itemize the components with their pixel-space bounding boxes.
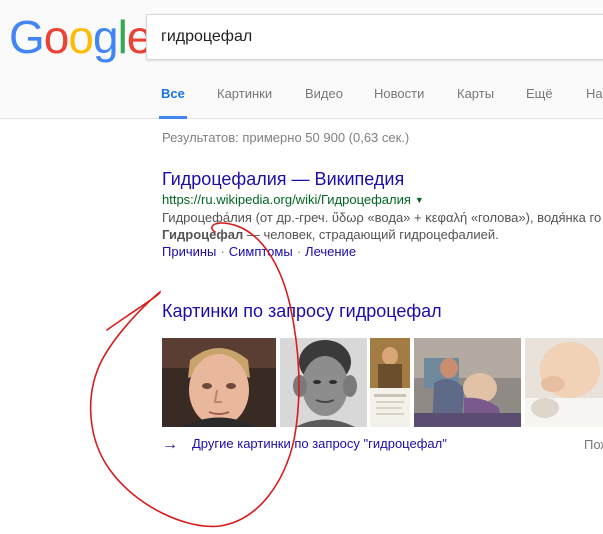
more-images-label: Другие картинки по запросу "гидроцефал"	[192, 436, 447, 451]
tab-news[interactable]: Новости	[374, 84, 424, 118]
sitelink-separator: ·	[296, 244, 302, 259]
logo-letter: G	[9, 11, 45, 63]
logo-letter: l	[117, 11, 128, 63]
image-thumbnail[interactable]	[280, 338, 367, 427]
search-box[interactable]	[146, 14, 603, 60]
google-logo[interactable]: Google	[9, 11, 152, 63]
logo-letter: g	[92, 11, 119, 63]
tab-maps[interactable]: Карты	[457, 84, 494, 118]
arrow-right-icon: →	[162, 436, 178, 453]
more-images-link[interactable]: → Другие картинки по запросу "гидроцефал"	[162, 436, 447, 454]
result-snippet-line1: Гидроцефа́лия (от др.-греч. ὕδωρ «вода» …	[162, 210, 602, 225]
result-snippet-line2: Гидроцефал — человек, страдающий гидроце…	[162, 227, 499, 242]
tab-settings[interactable]: На	[586, 84, 603, 118]
image-thumbnail[interactable]	[414, 338, 521, 427]
image-thumbnail[interactable]	[370, 338, 410, 427]
tab-video[interactable]: Видео	[305, 84, 343, 118]
sitelink-treatment[interactable]: Лечение	[305, 244, 356, 259]
sitelink-separator: ·	[220, 244, 225, 259]
logo-letter: o	[68, 11, 94, 63]
header: Google Все Картинки Видео Новости Карты …	[0, 0, 603, 119]
result-title-link[interactable]: Гидроцефалия — Википедия	[162, 169, 404, 190]
logo-letter: o	[43, 11, 70, 63]
sitelink-symptoms[interactable]: Симптомы	[229, 244, 293, 259]
images-section-title[interactable]: Картинки по запросу гидроцефал	[162, 301, 442, 322]
tab-all[interactable]: Все	[159, 84, 187, 119]
feedback-link[interactable]: Пож	[584, 437, 603, 452]
result-url-text: https://ru.wikipedia.org/wiki/Гидроцефал…	[162, 192, 411, 207]
tab-more[interactable]: Ещё	[526, 84, 553, 118]
sitelinks: Причины · Симптомы · Лечение	[162, 244, 356, 259]
result-stats: Результатов: примерно 50 900 (0,63 сек.)	[162, 130, 410, 145]
result-url: https://ru.wikipedia.org/wiki/Гидроцефал…	[162, 192, 424, 207]
url-dropdown-arrow-icon[interactable]: ▼	[415, 195, 424, 205]
snippet-bold-term: Гидроцефал	[162, 227, 244, 242]
snippet-text: — человек, страдающий гидроцефалией.	[243, 227, 499, 242]
tab-images[interactable]: Картинки	[217, 84, 272, 118]
image-thumbnail[interactable]	[525, 338, 603, 427]
image-thumbnail[interactable]	[162, 338, 276, 427]
search-input[interactable]	[161, 15, 601, 59]
sitelink-causes[interactable]: Причины	[162, 244, 216, 259]
